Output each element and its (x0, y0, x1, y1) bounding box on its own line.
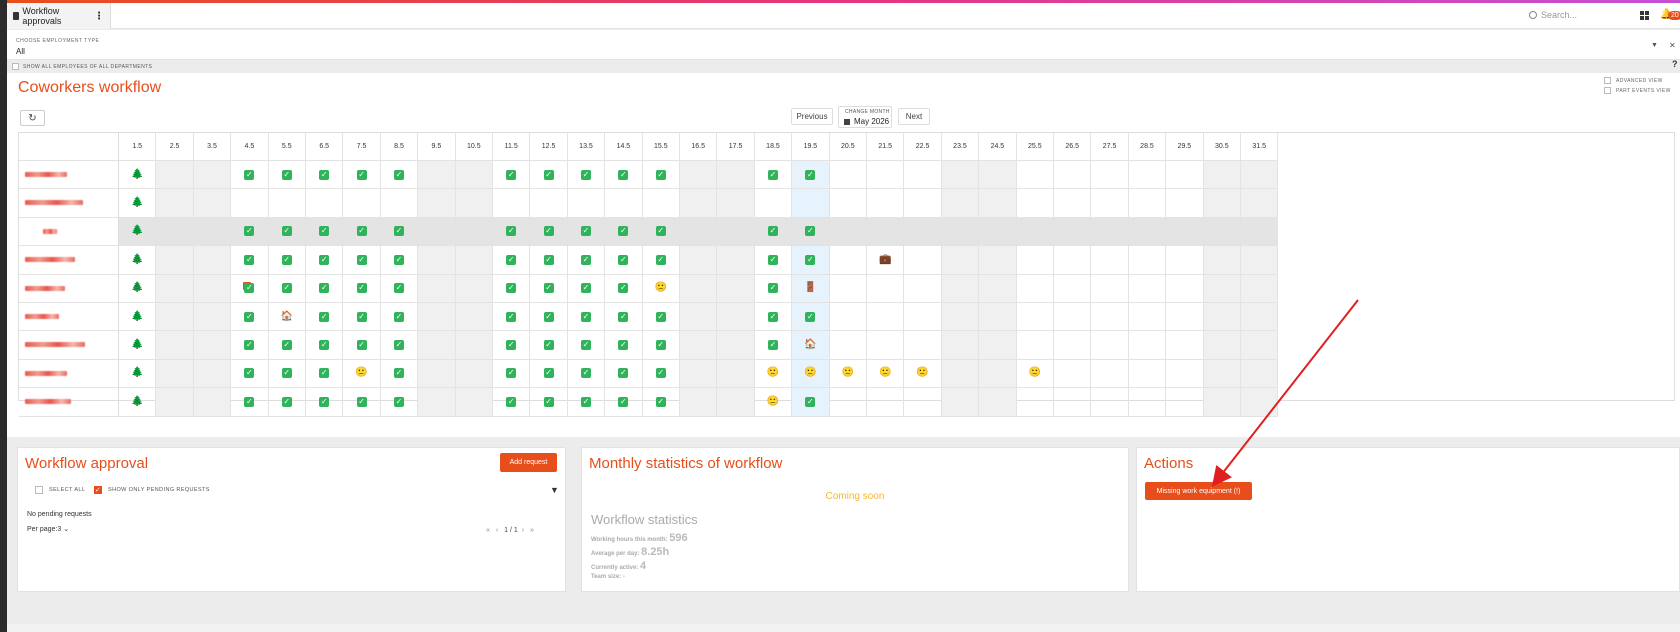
annotation-overlay (1211, 299, 1359, 487)
annotation-arrow (1211, 299, 1359, 487)
